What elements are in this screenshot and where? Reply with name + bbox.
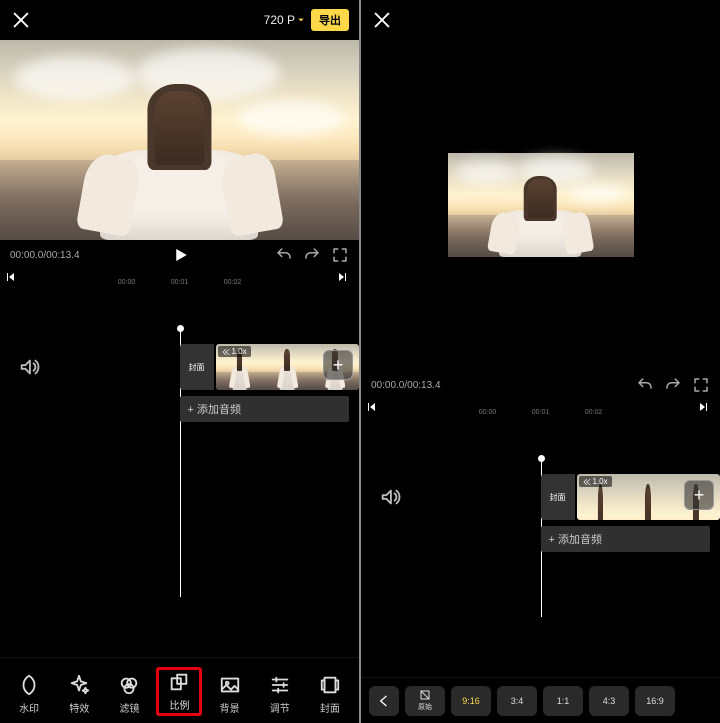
redo-icon[interactable] bbox=[303, 246, 321, 264]
timeline[interactable]: 封面 1.0x + + 添加音频 bbox=[361, 418, 720, 677]
resolution-selector[interactable]: 720 P bbox=[264, 13, 305, 27]
ratio-option-3-4[interactable]: 3:4 bbox=[497, 686, 537, 716]
tool-background[interactable]: 背景 bbox=[208, 674, 252, 715]
tool-effects[interactable]: 特效 bbox=[57, 674, 101, 715]
close-icon[interactable] bbox=[371, 9, 393, 31]
cover-thumb[interactable]: 封面 bbox=[541, 474, 575, 520]
tool-filter[interactable]: 滤镜 bbox=[107, 674, 151, 715]
add-clip-button[interactable]: + bbox=[684, 480, 714, 510]
time-ruler[interactable]: 00:00 00:01 00:02 bbox=[361, 398, 720, 418]
fullscreen-icon[interactable] bbox=[692, 376, 710, 394]
ratio-toolbar: 原始 9:16 3:4 1:1 4:3 16:9 bbox=[361, 677, 720, 723]
back-button[interactable] bbox=[369, 686, 399, 716]
tool-watermark[interactable]: 水印 bbox=[7, 674, 51, 715]
tool-cover[interactable]: 封面 bbox=[308, 674, 352, 715]
bottom-toolbar: 水印 特效 滤镜 比例 背景 调节 bbox=[0, 657, 359, 723]
time-display: 00:00.0/00:13.4 bbox=[371, 380, 441, 391]
ratio-option-4-3[interactable]: 4:3 bbox=[589, 686, 629, 716]
tool-adjust[interactable]: 调节 bbox=[258, 674, 302, 715]
undo-icon[interactable] bbox=[636, 376, 654, 394]
redo-icon[interactable] bbox=[664, 376, 682, 394]
volume-icon[interactable] bbox=[18, 356, 40, 378]
cover-thumb[interactable]: 封面 bbox=[180, 344, 214, 390]
add-audio-button[interactable]: + 添加音频 bbox=[541, 526, 711, 552]
tool-ratio[interactable]: 比例 bbox=[157, 668, 201, 715]
close-icon[interactable] bbox=[10, 9, 32, 31]
ratio-option-9-16[interactable]: 9:16 bbox=[451, 686, 491, 716]
time-ruler[interactable]: 00:00 00:01 00:02 bbox=[0, 268, 359, 288]
play-button[interactable] bbox=[167, 242, 193, 268]
speed-badge: 1.0x bbox=[218, 346, 251, 357]
time-display: 00:00.0/00:13.4 bbox=[10, 250, 80, 261]
timeline[interactable]: 封面 1.0x + + 添加音频 bbox=[0, 288, 359, 657]
ratio-option-1-1[interactable]: 1:1 bbox=[543, 686, 583, 716]
volume-icon[interactable] bbox=[379, 486, 401, 508]
ratio-option-16-9[interactable]: 16:9 bbox=[635, 686, 675, 716]
add-clip-button[interactable]: + bbox=[323, 350, 353, 380]
video-preview[interactable] bbox=[0, 40, 359, 240]
speed-badge: 1.0x bbox=[579, 476, 612, 487]
video-preview[interactable] bbox=[361, 40, 720, 370]
add-audio-button[interactable]: + 添加音频 bbox=[180, 396, 350, 422]
fullscreen-icon[interactable] bbox=[331, 246, 349, 264]
export-button[interactable]: 导出 bbox=[311, 9, 349, 31]
undo-icon[interactable] bbox=[275, 246, 293, 264]
ratio-option-original[interactable]: 原始 bbox=[405, 686, 445, 716]
